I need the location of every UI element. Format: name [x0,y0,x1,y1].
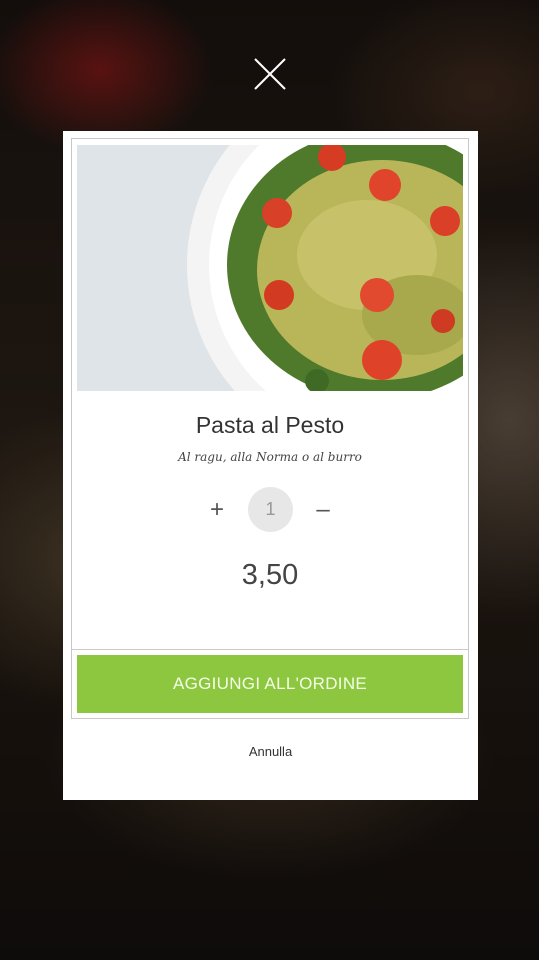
product-modal: Pasta al Pesto Al ragu, alla Norma o al … [63,131,478,800]
add-to-order-button[interactable]: AGGIUNGI ALL'ORDINE [77,655,463,713]
increment-button[interactable]: + [202,495,232,525]
product-price: 3,50 [241,559,299,591]
quantity-stepper: + 1 – [72,487,468,533]
decrement-button[interactable]: – [308,495,338,525]
product-name: Pasta al Pesto [195,412,345,438]
product-image [77,145,463,391]
product-description: Al ragu, alla Norma o al burro [178,450,362,464]
cancel-link[interactable]: Annulla [63,744,478,759]
quantity-value: 1 [248,487,293,532]
divider [72,649,468,650]
close-button[interactable] [252,56,288,92]
product-card: Pasta al Pesto Al ragu, alla Norma o al … [71,138,469,719]
close-icon [254,58,286,90]
